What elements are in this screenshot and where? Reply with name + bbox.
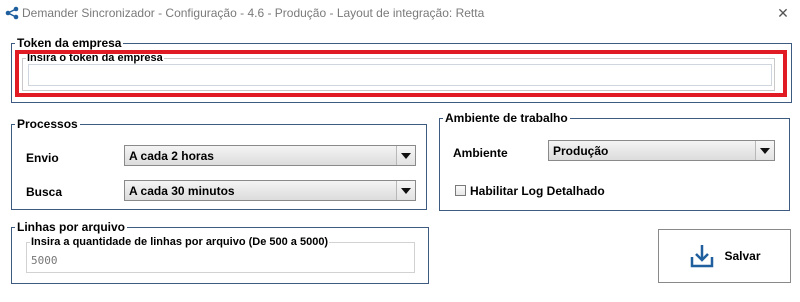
envio-select-value: A cada 2 horas [129,148,214,163]
processos-group-title: Processos [17,117,78,131]
chevron-down-icon[interactable] [755,141,774,160]
linhas-input[interactable]: 5000 [28,251,413,271]
close-button[interactable]: ✕ [766,0,800,26]
ambiente-select-value: Produção [553,143,609,158]
save-button[interactable]: Salvar [658,229,791,283]
save-button-label: Salvar [724,249,761,263]
close-icon: ✕ [777,4,789,21]
envio-label: Envio [26,151,59,165]
app-share-icon [5,6,19,20]
linhas-field-title: Insira a quantidade de linhas por arquiv… [31,236,329,248]
log-detalhado-checkbox[interactable] [455,185,466,196]
ambiente-select[interactable]: Produção [548,140,775,161]
busca-select[interactable]: A cada 30 minutos [124,180,416,201]
chevron-down-icon[interactable] [396,146,415,165]
chevron-down-icon[interactable] [396,181,415,200]
ambiente-label: Ambiente [453,146,508,160]
token-highlight-box [15,50,787,97]
window-title: Demander Sincronizador - Configuração - … [22,6,485,20]
busca-select-value: A cada 30 minutos [129,183,235,198]
token-group-title: Token da empresa [17,36,122,50]
busca-label: Busca [26,185,63,199]
ambiente-group-title: Ambiente de trabalho [445,111,568,125]
download-tray-icon [691,245,714,268]
log-detalhado-label[interactable]: Habilitar Log Detalhado [470,184,605,198]
title-bar: Demander Sincronizador - Configuração - … [0,0,800,26]
linhas-group-title: Linhas por arquivo [17,220,126,234]
envio-select[interactable]: A cada 2 horas [124,145,416,166]
